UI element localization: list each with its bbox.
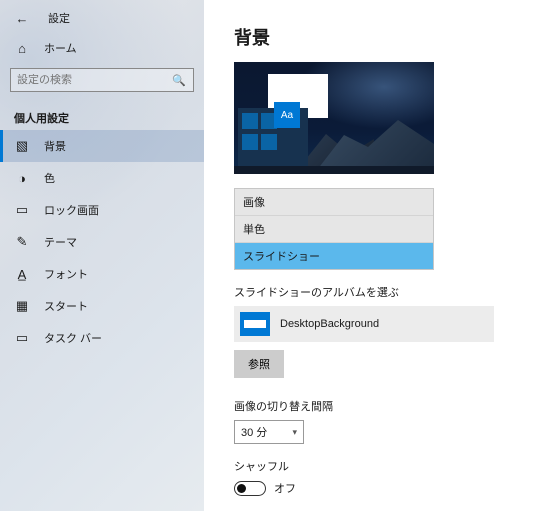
shuffle-row: オフ [234, 480, 510, 496]
theme-icon: ✎ [14, 234, 30, 250]
sidebar-item-label: フォント [44, 266, 88, 282]
picture-icon: ▧ [14, 138, 30, 154]
album-label: スライドショーのアルバムを選ぶ [234, 284, 510, 300]
search-row: 🔍 [0, 64, 204, 102]
taskbar-icon: ▭ [14, 330, 30, 346]
sidebar: ← 設定 ⌂ ホーム 🔍 個人用設定 ▧ 背景 ◑ 色 ▭ ロック画面 ✎ テー… [0, 0, 204, 511]
album-row[interactable]: DesktopBackground [234, 306, 494, 342]
option-picture[interactable]: 画像 [235, 189, 433, 215]
shuffle-label: シャッフル [234, 458, 510, 474]
sidebar-header: ← 設定 [0, 0, 204, 32]
palette-icon: ◑ [14, 171, 30, 186]
home-icon: ⌂ [14, 41, 30, 56]
sidebar-item-fonts[interactable]: A̲ フォント [0, 258, 204, 290]
settings-title: 設定 [48, 10, 70, 26]
home-label: ホーム [44, 40, 77, 56]
font-icon: A̲ [14, 267, 30, 282]
page-title: 背景 [234, 24, 510, 50]
interval-value: 30 分 [241, 424, 267, 440]
background-type-listbox[interactable]: 画像 単色 スライドショー [234, 188, 434, 270]
section-header: 個人用設定 [0, 102, 204, 130]
chevron-down-icon: ▾ [292, 427, 297, 438]
shuffle-state: オフ [274, 480, 296, 496]
interval-combo[interactable]: 30 分 ▾ [234, 420, 304, 444]
sidebar-item-label: 背景 [44, 138, 66, 154]
back-icon[interactable]: ← [14, 11, 30, 26]
sidebar-item-label: タスク バー [44, 330, 102, 346]
interval-label: 画像の切り替え間隔 [234, 398, 510, 414]
main-content: 背景 Aa 画像 単色 スライドショー スライドショーのアルバムを選ぶ Desk… [204, 0, 540, 511]
shuffle-toggle[interactable] [234, 481, 266, 496]
lock-icon: ▭ [14, 202, 30, 218]
album-name: DesktopBackground [280, 318, 379, 330]
preview-tile: Aa [274, 102, 300, 128]
sidebar-item-label: スタート [44, 298, 88, 314]
folder-thumb-icon [240, 312, 270, 336]
search-icon: 🔍 [171, 74, 187, 87]
sidebar-item-themes[interactable]: ✎ テーマ [0, 226, 204, 258]
option-solid[interactable]: 単色 [235, 215, 433, 242]
sidebar-item-label: ロック画面 [44, 202, 99, 218]
search-input[interactable] [17, 74, 171, 86]
sidebar-item-label: テーマ [44, 234, 77, 250]
sidebar-item-colors[interactable]: ◑ 色 [0, 162, 204, 194]
sidebar-item-taskbar[interactable]: ▭ タスク バー [0, 322, 204, 354]
sidebar-item-label: 色 [44, 170, 55, 186]
home-link[interactable]: ⌂ ホーム [0, 32, 204, 64]
search-box[interactable]: 🔍 [10, 68, 194, 92]
sidebar-item-lockscreen[interactable]: ▭ ロック画面 [0, 194, 204, 226]
background-preview: Aa [234, 62, 434, 174]
option-slideshow[interactable]: スライドショー [235, 242, 433, 269]
start-icon: ▦ [14, 298, 30, 314]
sidebar-item-background[interactable]: ▧ 背景 [0, 130, 204, 162]
browse-button[interactable]: 参照 [234, 350, 284, 378]
sidebar-item-start[interactable]: ▦ スタート [0, 290, 204, 322]
